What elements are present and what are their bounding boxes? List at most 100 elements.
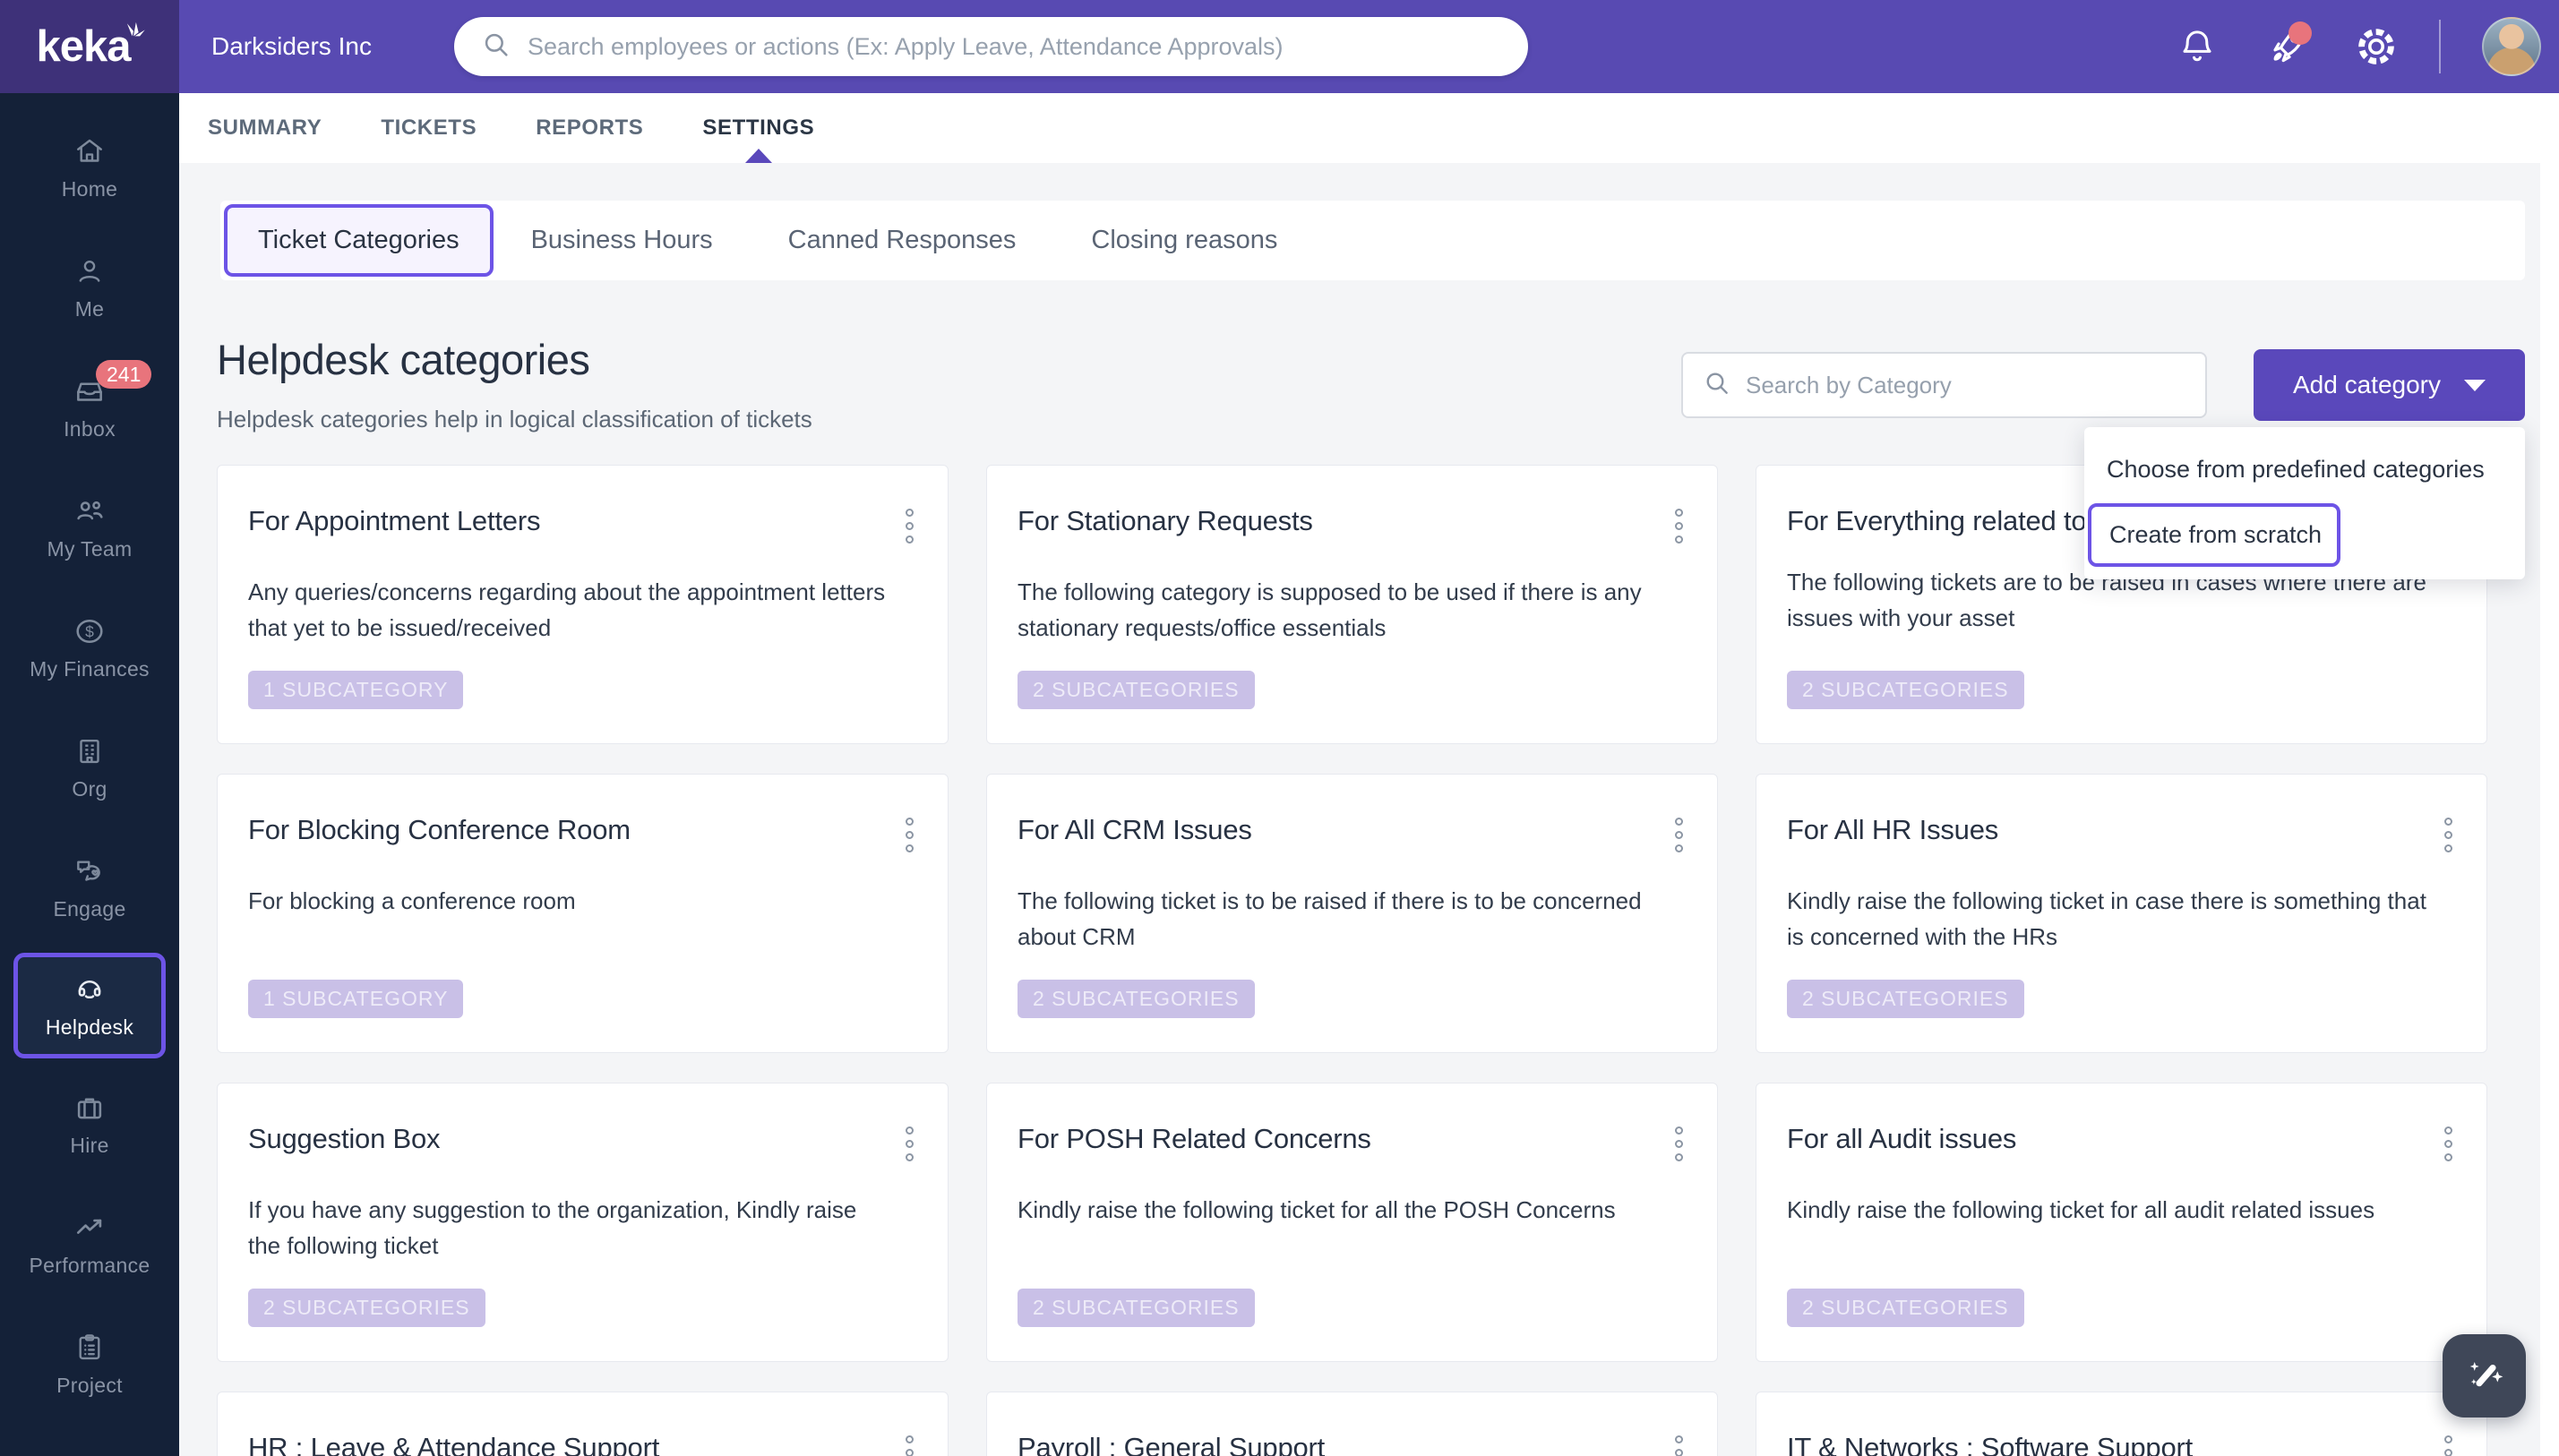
- sidebar-item-performance[interactable]: Performance: [0, 1184, 179, 1304]
- tab-label: SETTINGS: [702, 116, 815, 140]
- category-title: Suggestion Box: [248, 1123, 441, 1154]
- dollar-circle-icon: $: [73, 614, 107, 648]
- sidebar-item-engage[interactable]: Engage: [0, 827, 179, 947]
- sidebar-item-label: My Finances: [30, 656, 150, 681]
- category-title: IT & Networks : Software Support: [1787, 1432, 2194, 1456]
- sidebar-item-label: My Team: [47, 536, 133, 561]
- menu-item-create-from-scratch[interactable]: Create from scratch: [2088, 503, 2340, 567]
- sidebar-item-label: Hire: [70, 1133, 109, 1157]
- category-card[interactable]: For Stationary Requests The following ca…: [986, 465, 1718, 744]
- add-category-label: Add category: [2293, 371, 2441, 398]
- sidebar-item-label: Helpdesk: [45, 1015, 134, 1039]
- sidebar-item-hire[interactable]: Hire: [0, 1064, 179, 1184]
- tab-settings[interactable]: SETTINGS: [702, 93, 814, 163]
- subcategory-count-badge: 2 SUBCATEGORIES: [1787, 1289, 2024, 1327]
- sidebar-item-project[interactable]: Project: [0, 1304, 179, 1424]
- category-grid: For Appointment Letters Any queries/conc…: [217, 465, 2487, 1456]
- sidebar-item-inbox[interactable]: 241 Inbox: [0, 347, 179, 467]
- sidebar-item-label: Org: [72, 776, 107, 801]
- subtab-canned-responses[interactable]: Canned Responses: [751, 226, 1054, 255]
- kebab-menu-icon[interactable]: [1671, 505, 1687, 547]
- team-icon: [73, 494, 107, 528]
- tab-summary[interactable]: SUMMARY: [208, 93, 322, 163]
- kebab-menu-icon[interactable]: [902, 1432, 917, 1456]
- category-description: The following category is supposed to be…: [1018, 578, 1642, 642]
- subcategory-count-badge: 2 SUBCATEGORIES: [1018, 980, 1255, 1018]
- kebab-menu-icon[interactable]: [902, 505, 917, 547]
- headset-icon: [73, 972, 107, 1006]
- sidebar-item-my-team[interactable]: My Team: [0, 467, 179, 587]
- category-title: HR : Leave & Attendance Support: [248, 1432, 660, 1456]
- magic-wand-fab[interactable]: [2443, 1334, 2526, 1417]
- category-title: For Everything related to: [1787, 505, 2087, 536]
- menu-item-predefined[interactable]: Choose from predefined categories: [2084, 445, 2525, 494]
- category-card[interactable]: For Appointment Letters Any queries/conc…: [217, 465, 949, 744]
- chat-heart-icon: [73, 854, 107, 888]
- svg-text:$: $: [85, 622, 94, 640]
- kebab-menu-icon[interactable]: [1671, 1123, 1687, 1165]
- inbox-icon: 241: [73, 359, 152, 408]
- subtab-closing-reasons[interactable]: Closing reasons: [1053, 226, 1315, 255]
- category-title: For Blocking Conference Room: [248, 814, 631, 845]
- subcategory-count-badge: 2 SUBCATEGORIES: [1787, 980, 2024, 1018]
- kebab-menu-icon[interactable]: [2441, 814, 2456, 856]
- scrollbar-track: [2540, 93, 2559, 1456]
- category-card[interactable]: For All HR Issues Kindly raise the follo…: [1756, 774, 2487, 1053]
- user-avatar[interactable]: [2482, 17, 2541, 76]
- category-card[interactable]: HR : Leave & Attendance Support: [217, 1392, 949, 1456]
- category-title: For Stationary Requests: [1018, 505, 1313, 536]
- module-tab-bar: SUMMARY TICKETS REPORTS SETTINGS: [179, 93, 2540, 163]
- category-card[interactable]: Payroll : General Support: [986, 1392, 1718, 1456]
- settings-subtab-bar: Ticket Categories Business Hours Canned …: [220, 201, 2525, 280]
- whats-new-rocket-icon[interactable]: [2265, 21, 2312, 68]
- category-search[interactable]: [1681, 352, 2207, 418]
- sidebar-item-home[interactable]: Home: [0, 107, 179, 227]
- add-category-button[interactable]: Add category: [2254, 349, 2525, 421]
- global-search-input[interactable]: [528, 32, 1501, 61]
- notification-dot: [2289, 21, 2312, 45]
- kebab-menu-icon[interactable]: [1671, 814, 1687, 856]
- category-card[interactable]: For Blocking Conference Room For blockin…: [217, 774, 949, 1053]
- gear-icon[interactable]: [2355, 25, 2398, 68]
- logo-sparkle-icon: [118, 11, 149, 61]
- sidebar-item-my-finances[interactable]: $ My Finances: [0, 587, 179, 707]
- category-title: For POSH Related Concerns: [1018, 1123, 1371, 1154]
- category-card[interactable]: For all Audit issues Kindly raise the fo…: [1756, 1083, 2487, 1362]
- chevron-down-icon: [2464, 379, 2486, 391]
- sidebar-item-label: Inbox: [64, 416, 116, 441]
- sidebar-item-org[interactable]: Org: [0, 707, 179, 827]
- sidebar-item-partial[interactable]: [0, 1424, 179, 1456]
- kebab-menu-icon[interactable]: [1671, 1432, 1687, 1456]
- category-description: The following ticket is to be raised if …: [1018, 887, 1642, 951]
- kebab-menu-icon[interactable]: [2441, 1432, 2456, 1456]
- sidebar-item-helpdesk[interactable]: Helpdesk: [13, 953, 166, 1058]
- subcategory-count-badge: 1 SUBCATEGORY: [248, 671, 464, 709]
- category-title: For all Audit issues: [1787, 1123, 2017, 1154]
- add-category-menu: Choose from predefined categories Create…: [2084, 427, 2525, 579]
- subcategory-count-badge: 2 SUBCATEGORIES: [1018, 671, 1255, 709]
- kebab-menu-icon[interactable]: [902, 814, 917, 856]
- sidebar-item-me[interactable]: Me: [0, 227, 179, 347]
- category-card[interactable]: Suggestion Box If you have any suggestio…: [217, 1083, 949, 1362]
- kebab-menu-icon[interactable]: [902, 1123, 917, 1165]
- category-card[interactable]: For All CRM Issues The following ticket …: [986, 774, 1718, 1053]
- category-search-input[interactable]: [1746, 371, 2185, 399]
- category-title: For Appointment Letters: [248, 505, 541, 536]
- category-card[interactable]: IT & Networks : Software Support: [1756, 1392, 2487, 1456]
- tab-reports[interactable]: REPORTS: [536, 93, 643, 163]
- kebab-menu-icon[interactable]: [2441, 1123, 2456, 1165]
- category-description: Any queries/concerns regarding about the…: [248, 578, 886, 642]
- notifications-bell-icon[interactable]: [2176, 25, 2219, 68]
- sidebar-item-label: Engage: [53, 896, 126, 921]
- sidebar-item-label: Home: [61, 176, 118, 201]
- subtab-ticket-categories[interactable]: Ticket Categories: [224, 204, 494, 277]
- tab-tickets[interactable]: TICKETS: [381, 93, 477, 163]
- subcategory-count-badge: 2 SUBCATEGORIES: [248, 1289, 485, 1327]
- topbar: Darksiders Inc: [179, 0, 2559, 93]
- global-search[interactable]: [454, 17, 1528, 76]
- subtab-business-hours[interactable]: Business Hours: [494, 226, 751, 255]
- subcategory-count-badge: 2 SUBCATEGORIES: [1018, 1289, 1255, 1327]
- category-description: Kindly raise the following ticket for al…: [1018, 1196, 1616, 1223]
- category-card[interactable]: For POSH Related Concerns Kindly raise t…: [986, 1083, 1718, 1362]
- sidebar-item-label: Me: [74, 296, 105, 321]
